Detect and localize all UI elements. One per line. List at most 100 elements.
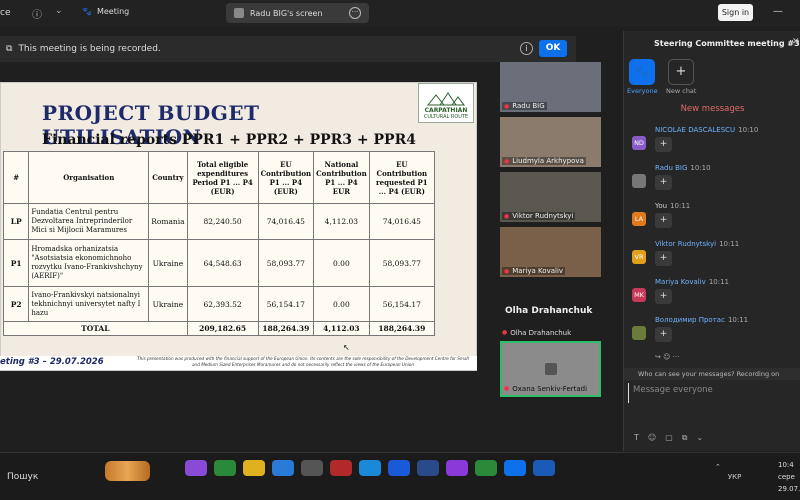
word-icon[interactable] (533, 460, 555, 476)
logo-name: CARPATHIAN (424, 107, 468, 114)
row-country: Ukraine (148, 239, 188, 287)
viber-icon[interactable] (446, 460, 468, 476)
calendar-app-icon[interactable] (272, 460, 294, 476)
row-national: 0.00 (313, 286, 370, 322)
row-country: Ukraine (148, 286, 188, 322)
message-reaction-button[interactable]: + (655, 175, 672, 190)
participant-video[interactable]: ● Liudmyla Arkhypova (500, 117, 601, 167)
list-item: LA You 10:11 + (629, 202, 799, 236)
row-eu: 74,016.45 (257, 203, 315, 240)
sign-in-button[interactable]: Sign in (718, 4, 753, 21)
row-org: Ivano-Frankivskyi natsionalnyi tekhnichn… (28, 286, 150, 322)
message-reaction-button[interactable]: + (655, 289, 672, 304)
emoji-icon[interactable]: ☺ (648, 433, 656, 443)
chrome-icon[interactable] (214, 460, 236, 476)
participant-label: ● Oxana Senkiv-Fertadi (504, 385, 587, 393)
table-row: P1 Hromadska orhanizatsia "Asotsiatsia e… (2, 239, 436, 287)
zoom-icon[interactable] (504, 460, 526, 476)
taskbar-search[interactable]: Пошук (7, 472, 38, 482)
clock-time: 10:4 (778, 461, 794, 469)
language-indicator[interactable]: УКР (728, 473, 741, 481)
participant-label: ● Mariya Kovaliv (502, 267, 566, 275)
row-id: LP (2, 203, 30, 240)
more-options-icon[interactable]: ··· (349, 7, 361, 19)
meeting-button[interactable]: 🐾 Meeting (82, 7, 129, 16)
row-total: 64,548.63 (186, 239, 259, 287)
system-tray: ⌃ УКР (715, 463, 741, 481)
participant-label: ● Olha Drahanchuk (502, 329, 571, 337)
screen-share-tab[interactable]: Radu BIG's screen ··· (226, 3, 369, 23)
avatar: LA (632, 212, 646, 226)
calculator-icon[interactable] (301, 460, 323, 476)
screenshot-icon[interactable]: ⧉ (682, 433, 688, 443)
table-header-row: # Organisation Country Total eligible ex… (2, 151, 436, 204)
message-sender: NICOLAE DASCALESCU 10:10 (655, 126, 759, 134)
avatar: VR (632, 250, 646, 264)
participant-label: ● Radu BIG (502, 102, 547, 110)
message-reaction-button[interactable]: + (655, 137, 672, 152)
ok-button[interactable]: OK (539, 40, 567, 57)
info-icon[interactable]: ⓘ (32, 6, 42, 21)
attach-file-icon[interactable]: ▢ (665, 433, 673, 443)
col-header: EU Contribution requested P1 ... P4 (EUR… (368, 151, 436, 204)
total-requested: 188,264.39 (368, 321, 436, 336)
participant-display-name: Olha Drahanchuk (505, 306, 593, 316)
chevron-down-icon[interactable]: ⌄ (697, 433, 704, 443)
row-total: 62,393.52 (186, 286, 259, 322)
new-chat-button[interactable]: + (668, 59, 694, 85)
participant-video[interactable]: ● Radu BIG (500, 62, 601, 112)
copilot-icon[interactable] (185, 460, 207, 476)
slide-footer-meeting: eting #3 – 29.07.2026 (0, 357, 104, 367)
format-text-icon[interactable]: T (634, 433, 639, 443)
total-label: TOTAL (3, 321, 188, 336)
message-reaction-button[interactable]: + (655, 251, 672, 266)
chrome-icon[interactable] (475, 460, 497, 476)
app-icon[interactable] (417, 460, 439, 476)
chevron-down-icon[interactable]: ⌄ (55, 6, 63, 16)
slide-subtitle: Financial reports PPR1 + PPR2 + PPR3 + P… (42, 132, 416, 148)
participant-video[interactable]: ● Mariya Kovaliv (500, 227, 601, 277)
screen-share-label: Radu BIG's screen (250, 8, 323, 18)
list-item: VR Viktor Rudnytskyi 10:11 + (629, 240, 799, 274)
chat-panel: Steering Committee meeting #3 ✕ 🐾 Everyo… (623, 31, 800, 451)
table-row: LP Fundatia Centrul pentru Dezvoltarea I… (2, 203, 436, 240)
mic-muted-icon: ● (504, 267, 510, 275)
message-actions[interactable]: ↪ ☺ ··· (655, 353, 679, 361)
participant-video[interactable]: ● Viktor Rudnytskyi (500, 172, 601, 222)
list-item: Володимир Протас 10:11 + (629, 316, 799, 350)
message-sender: Володимир Протас 10:11 (655, 316, 749, 324)
clock[interactable]: 10:4 сере 29.07.2 (778, 459, 800, 495)
row-eu: 58,093.77 (257, 239, 315, 287)
row-org: Fundatia Centrul pentru Dezvoltarea Intr… (28, 203, 150, 240)
row-eu: 56,154.17 (257, 286, 315, 322)
mic-muted-icon: ● (504, 385, 510, 392)
participant-video-active[interactable]: ● Oxana Senkiv-Fertadi (500, 341, 601, 397)
carpathian-logo: CARPATHIAN CULTURAL ROUTE (418, 83, 474, 123)
edge-icon[interactable] (359, 460, 381, 476)
facebook-icon[interactable] (388, 460, 410, 476)
close-icon[interactable]: ✕ (792, 37, 800, 47)
file-explorer-icon[interactable] (243, 460, 265, 476)
participant-name: Mariya Kovaliv (512, 267, 564, 275)
col-header: Country (148, 151, 188, 204)
participant-name: Olha Drahanchuk (510, 329, 572, 337)
avatar (632, 174, 646, 188)
new-chat-label: New chat (666, 87, 697, 95)
mic-muted-icon: ● (504, 102, 510, 110)
participant-label: ● Liudmyla Arkhypova (502, 157, 586, 165)
who-can-see-notice[interactable]: Who can see your messages? Recording on (624, 368, 800, 380)
chevron-up-icon[interactable]: ⌃ (715, 463, 721, 481)
avatar-placeholder-icon (545, 363, 557, 375)
participant-name: Liudmyla Arkhypova (512, 157, 584, 165)
tiger-widget-icon[interactable] (105, 461, 150, 481)
message-reaction-button[interactable]: + (655, 327, 672, 342)
mic-muted-icon: ● (504, 212, 510, 220)
message-reaction-button[interactable]: + (655, 213, 672, 228)
info-icon[interactable]: i (520, 42, 533, 55)
everyone-chat-button[interactable]: 🐾 (629, 59, 655, 85)
chat-input[interactable]: Message everyone (628, 383, 798, 403)
minimize-button[interactable]: — (773, 6, 783, 17)
save-app-icon[interactable] (330, 460, 352, 476)
taskbar: Пошук ⌃ УКР 10:4 сере 29.07.2 (0, 452, 800, 500)
message-sender: Mariya Kovaliv 10:11 (655, 278, 729, 286)
